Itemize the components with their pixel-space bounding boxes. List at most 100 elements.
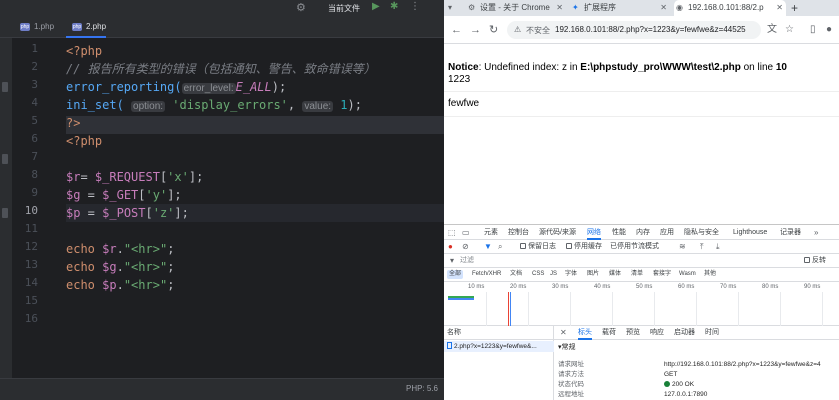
- run-icon[interactable]: ▶: [372, 1, 380, 12]
- code-line-12[interactable]: echo $r."<hr>";: [66, 240, 174, 258]
- code-line-3[interactable]: error_reporting(error_level: E_ALL);: [66, 78, 286, 96]
- detail-tab-headers[interactable]: 标头: [578, 326, 592, 340]
- code-area[interactable]: <?php // 报告所有类型的错误（包括通知、警告、致命错误等） error_…: [66, 38, 444, 378]
- close-icon[interactable]: ✕: [556, 0, 563, 16]
- filter-chip-css[interactable]: CSS: [530, 270, 546, 279]
- devtools-tab-performance[interactable]: 性能: [612, 225, 626, 240]
- back-arrow-icon[interactable]: ←: [451, 24, 462, 36]
- record-icon[interactable]: ●: [448, 242, 453, 251]
- bookmark-star-icon[interactable]: ☆: [785, 24, 794, 36]
- notice-file-path: E:\phpstudy_pro\WWW\test\2.php: [580, 62, 741, 73]
- tab-2-php[interactable]: php 2.php: [66, 16, 107, 38]
- filter-chip-js[interactable]: JS: [548, 270, 559, 279]
- browser-tab-active[interactable]: ◉ 192.168.0.101:88/2.p ✕: [674, 0, 786, 16]
- throttling-select[interactable]: 已停用节流模式: [610, 240, 659, 254]
- invert-checkbox[interactable]: 反转: [804, 254, 826, 268]
- more-icon[interactable]: ⋮: [410, 1, 420, 12]
- debug-icon[interactable]: ✱: [390, 1, 398, 12]
- run-configuration-selector[interactable]: 当前文件: [328, 3, 360, 14]
- preserve-log-checkbox[interactable]: 保留日志: [520, 240, 556, 254]
- php-version-indicator[interactable]: PHP: 5.6: [406, 384, 438, 393]
- code-line-6[interactable]: <?php: [66, 132, 102, 150]
- code-line-2[interactable]: // 报告所有类型的错误（包括通知、警告、致命错误等）: [66, 60, 376, 78]
- filter-input[interactable]: 过滤: [460, 254, 474, 268]
- detail-tab-timing[interactable]: 时间: [705, 326, 719, 340]
- profile-avatar-icon[interactable]: ●: [826, 24, 832, 36]
- timeline-gridline: [696, 292, 697, 326]
- code-line-13[interactable]: echo $g."<hr>";: [66, 258, 174, 276]
- browser-window: ▾ ⚙ 设置 - 关于 Chrome ✕ ✦ 扩展程序 ✕ ◉ 192.168.…: [444, 0, 839, 400]
- close-icon[interactable]: ✕: [660, 0, 667, 16]
- reload-icon[interactable]: ↻: [489, 24, 498, 36]
- network-overview-timeline[interactable]: 10 ms 20 ms 30 ms 40 ms 50 ms 60 ms 70 m…: [444, 282, 839, 326]
- detail-tab-preview[interactable]: 预览: [626, 326, 640, 340]
- code-line-9[interactable]: $g = $_GET['y'];: [66, 186, 182, 204]
- devtools-tab-network[interactable]: 网络: [587, 225, 601, 240]
- filter-chip-all[interactable]: 全部: [447, 270, 464, 279]
- devtools-tab-recorder[interactable]: 记录器: [780, 225, 801, 240]
- request-row[interactable]: 2.php?x=1223&y=fewfwe&...: [444, 341, 554, 352]
- devtools-tab-privacy[interactable]: 隐私与安全: [684, 225, 719, 240]
- output-value-y: fewfwe: [448, 98, 480, 109]
- tab-1-php[interactable]: php 1.php: [14, 16, 54, 38]
- request-list-header[interactable]: 名称: [444, 326, 554, 340]
- tab-search-icon[interactable]: ▾: [448, 3, 452, 12]
- devtools-tab-sources[interactable]: 源代码/来源: [539, 225, 576, 240]
- filter-chip-img[interactable]: 图片: [585, 270, 601, 279]
- browser-tab-extensions[interactable]: ✦ 扩展程序 ✕: [570, 0, 670, 16]
- device-toolbar-icon[interactable]: ▭: [462, 228, 470, 237]
- not-secure-label[interactable]: 不安全: [526, 25, 550, 36]
- devtools-tab-application[interactable]: 应用: [660, 225, 674, 240]
- search-icon[interactable]: ⌕: [498, 242, 502, 251]
- browser-tab-settings[interactable]: ⚙ 设置 - 关于 Chrome ✕: [466, 0, 566, 16]
- wifi-icon[interactable]: ≋: [679, 242, 686, 251]
- filter-icon[interactable]: ▼: [484, 242, 492, 251]
- warning-icon[interactable]: ⚠: [514, 25, 521, 34]
- code-line-10[interactable]: $p = $_POST['z'];: [66, 204, 189, 222]
- settings-icon[interactable]: ⚙: [296, 1, 306, 14]
- more-tabs-icon[interactable]: »: [814, 228, 818, 237]
- filter-chip-ws[interactable]: 套接字: [651, 270, 673, 279]
- code-line-1[interactable]: <?php: [66, 42, 102, 60]
- globe-icon: ◉: [676, 3, 683, 12]
- network-toolbar: ● ⊘ ▼ ⌕ 保留日志 停用缓存 已停用节流模式 ≋ ⤒ ⤓: [444, 240, 839, 254]
- address-bar[interactable]: ⚠ 不安全 192.168.0.101:88/2.php?x=1223&y=fe…: [507, 21, 761, 39]
- code-line-4[interactable]: ini_set( option: 'display_errors', value…: [66, 96, 362, 114]
- devtools-tab-console[interactable]: 控制台: [508, 225, 529, 240]
- general-section-header[interactable]: ▾常规: [558, 343, 576, 352]
- devtools-tab-memory[interactable]: 内存: [636, 225, 650, 240]
- bookmark-marker[interactable]: [2, 208, 8, 218]
- translate-icon[interactable]: 文: [767, 24, 777, 36]
- code-line-8[interactable]: $r= $_REQUEST['x'];: [66, 168, 203, 186]
- filter-chip-media[interactable]: 媒体: [607, 270, 623, 279]
- new-tab-plus-icon[interactable]: +: [791, 0, 798, 16]
- filter-chip-other[interactable]: 其他: [702, 270, 718, 279]
- filter-chip-font[interactable]: 字体: [563, 270, 579, 279]
- code-line-14[interactable]: echo $p."<hr>";: [66, 276, 174, 294]
- filter-chip-fetch-xhr[interactable]: Fetch/XHR: [470, 270, 503, 279]
- close-icon[interactable]: ✕: [776, 0, 783, 16]
- detail-tab-response[interactable]: 响应: [650, 326, 664, 340]
- devtools-tab-lighthouse[interactable]: Lighthouse: [733, 225, 767, 240]
- line-number: 12: [24, 240, 38, 253]
- url-text[interactable]: 192.168.0.101:88/2.php?x=1223&y=fewfwe&z…: [555, 25, 755, 34]
- detail-tab-payload[interactable]: 载荷: [602, 326, 616, 340]
- export-icon[interactable]: ⤓: [716, 242, 720, 251]
- bookmark-marker[interactable]: [2, 82, 8, 92]
- clear-icon[interactable]: ⊘: [462, 242, 469, 251]
- code-line-5[interactable]: ?>: [66, 114, 80, 132]
- disable-cache-checkbox[interactable]: 停用缓存: [566, 240, 602, 254]
- filter-chip-manifest[interactable]: 清单: [629, 270, 645, 279]
- load-event-marker: [508, 292, 509, 326]
- import-icon[interactable]: ⤒: [700, 242, 704, 251]
- bookmark-marker[interactable]: [2, 154, 8, 164]
- filter-chip-wasm[interactable]: Wasm: [677, 270, 698, 279]
- devtools-tab-elements[interactable]: 元素: [484, 225, 498, 240]
- string-literal: 'x': [167, 170, 189, 184]
- close-icon[interactable]: ✕: [560, 328, 567, 337]
- forward-arrow-icon[interactable]: →: [470, 24, 481, 36]
- sidebar-icon[interactable]: ▯: [810, 24, 816, 36]
- inspect-element-icon[interactable]: ⬚: [448, 228, 456, 237]
- detail-tab-initiator[interactable]: 启动器: [674, 326, 695, 340]
- filter-chip-doc[interactable]: 文档: [508, 270, 524, 279]
